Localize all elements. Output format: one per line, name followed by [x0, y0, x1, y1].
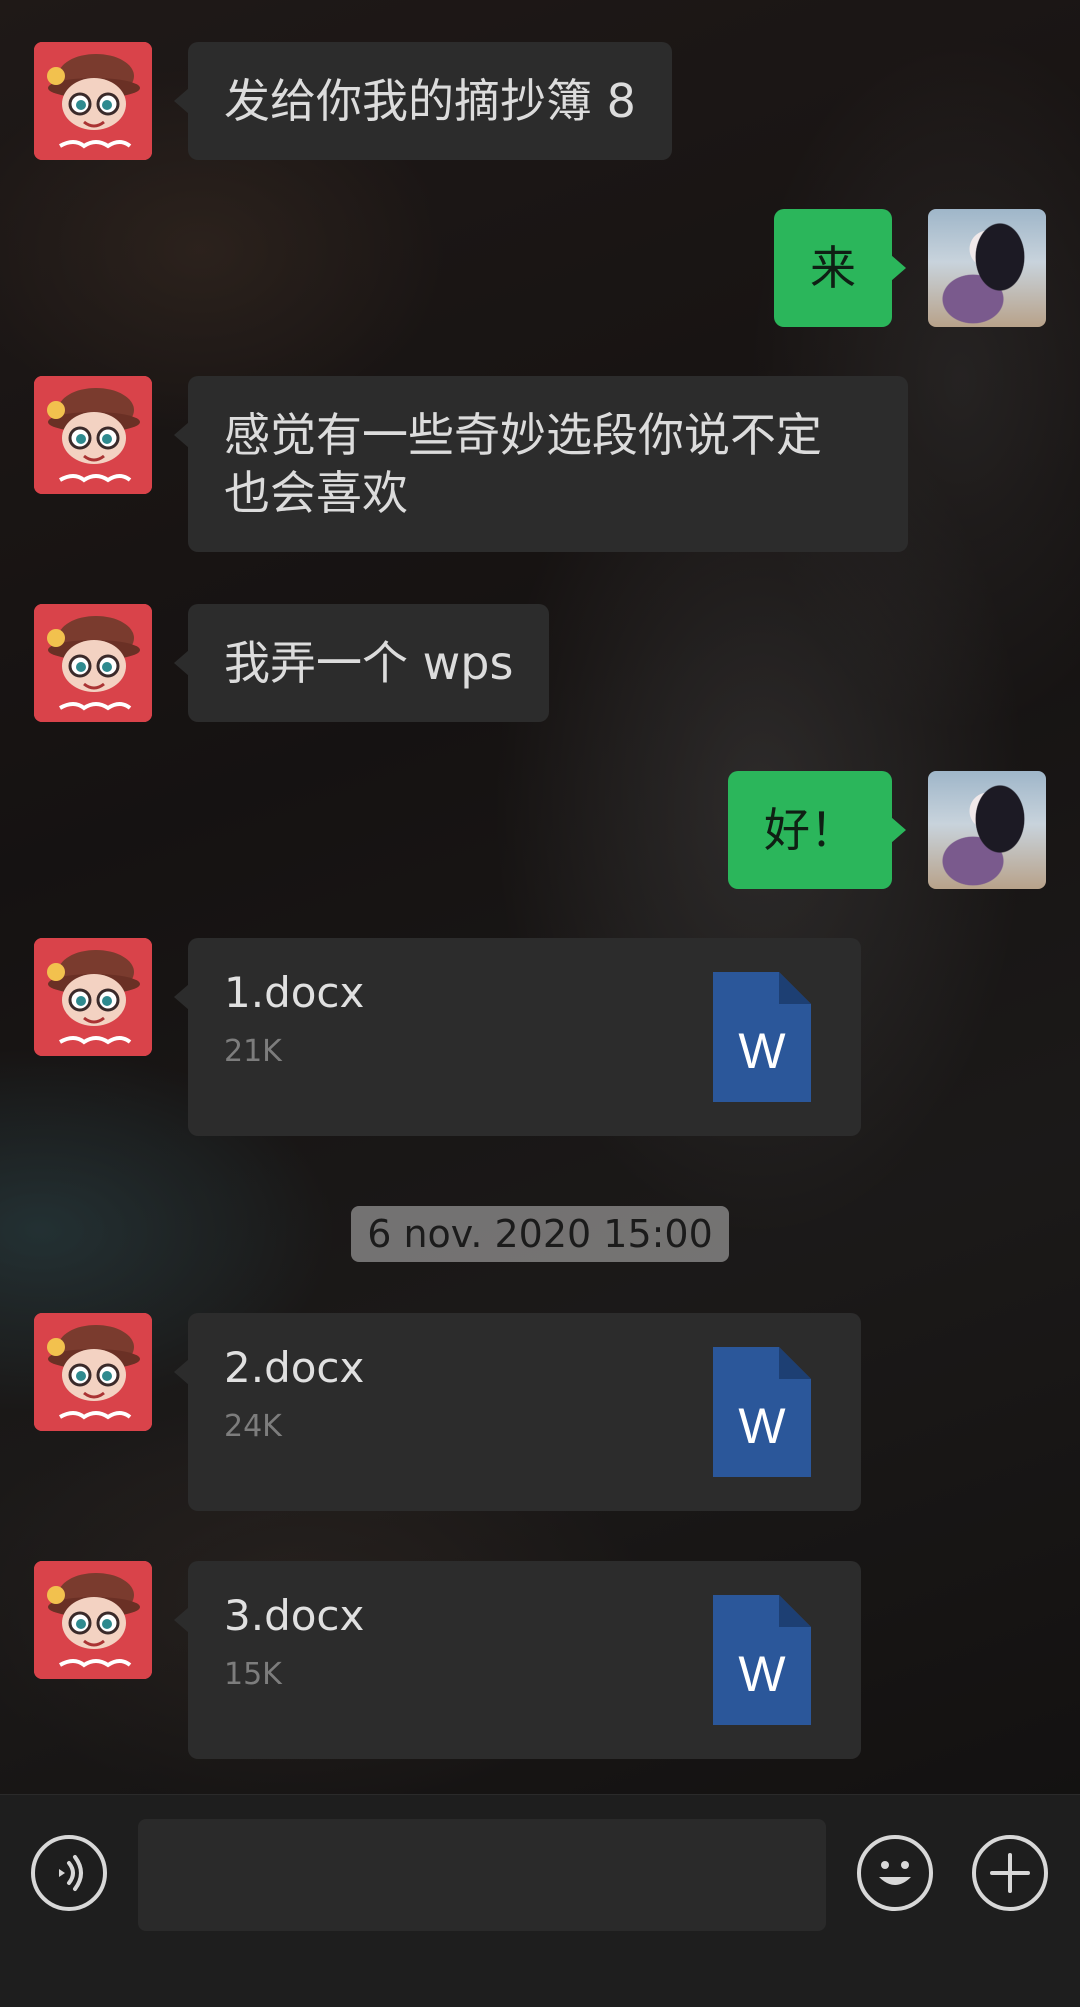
- word-document-icon: W: [713, 1595, 811, 1725]
- cartoon-girl-icon: [34, 376, 152, 494]
- outgoing-message-bubble[interactable]: 来: [774, 209, 906, 327]
- file-name: 2.docx: [224, 1343, 365, 1392]
- file-message-bubble[interactable]: 1.docx 21K W: [174, 938, 861, 1136]
- word-icon-letter: W: [738, 1398, 786, 1454]
- contact-avatar[interactable]: [34, 938, 152, 1056]
- plus-icon: [990, 1853, 1030, 1893]
- contact-avatar[interactable]: [34, 42, 152, 160]
- file-message-bubble[interactable]: 3.docx 15K W: [174, 1561, 861, 1759]
- input-bar: [0, 1794, 1080, 2007]
- message-text: 来: [810, 241, 856, 295]
- chat-message-list[interactable]: 发给你我的摘抄簿 8 来 感觉有一些奇妙选段你说不定 也会喜欢 我弄一个 wps…: [0, 0, 1080, 1794]
- voice-button[interactable]: [31, 1835, 107, 1911]
- emoji-button[interactable]: [857, 1835, 933, 1911]
- outgoing-message-bubble[interactable]: 好！: [728, 771, 906, 889]
- message-text: 好！: [764, 803, 856, 857]
- contact-avatar[interactable]: [34, 1561, 152, 1679]
- file-size: 24K: [224, 1409, 282, 1444]
- message-text: 感觉有一些奇妙选段你说不定: [224, 408, 822, 462]
- emoji-icon: [879, 1861, 911, 1885]
- incoming-message-bubble[interactable]: 感觉有一些奇妙选段你说不定 也会喜欢: [174, 376, 908, 552]
- cartoon-girl-icon: [34, 938, 152, 1056]
- cartoon-girl-icon: [34, 1313, 152, 1431]
- file-size: 15K: [224, 1657, 282, 1692]
- message-text: 发给你我的摘抄簿 8: [224, 74, 636, 128]
- contact-avatar[interactable]: [34, 604, 152, 722]
- cartoon-girl-icon: [34, 1561, 152, 1679]
- cartoon-girl-icon: [34, 604, 152, 722]
- file-name: 3.docx: [224, 1591, 365, 1640]
- cartoon-girl-icon: [34, 42, 152, 160]
- message-input[interactable]: [138, 1819, 826, 1931]
- contact-avatar[interactable]: [34, 376, 152, 494]
- time-divider: 6 nov. 2020 15:00: [0, 1206, 1080, 1262]
- incoming-message-bubble[interactable]: 我弄一个 wps: [173, 604, 550, 722]
- file-size: 21K: [224, 1034, 282, 1069]
- incoming-message-bubble[interactable]: 发给你我的摘抄簿 8: [174, 42, 672, 160]
- word-icon-letter: W: [738, 1023, 786, 1079]
- file-message-bubble[interactable]: 2.docx 24K W: [174, 1313, 861, 1511]
- word-document-icon: W: [713, 1347, 811, 1477]
- my-avatar[interactable]: [928, 771, 1046, 889]
- word-document-icon: W: [713, 972, 811, 1102]
- plus-button[interactable]: [972, 1835, 1048, 1911]
- word-icon-letter: W: [738, 1646, 786, 1702]
- voice-icon: [59, 1855, 83, 1891]
- message-text: 也会喜欢: [224, 466, 408, 520]
- contact-avatar[interactable]: [34, 1313, 152, 1431]
- my-avatar[interactable]: [928, 209, 1046, 327]
- timestamp: 6 nov. 2020 15:00: [351, 1206, 729, 1262]
- message-text: 我弄一个 wps: [224, 636, 514, 690]
- file-name: 1.docx: [224, 968, 365, 1017]
